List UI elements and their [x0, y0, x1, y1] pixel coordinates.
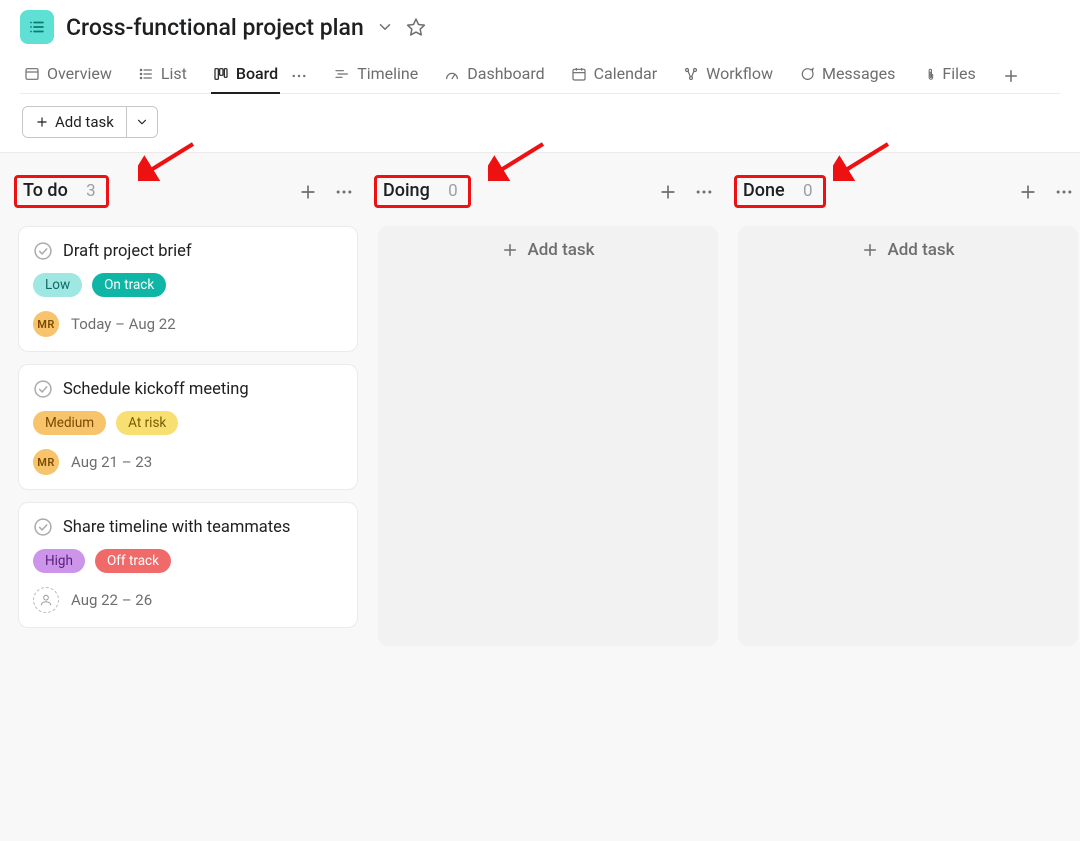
project-icon — [20, 10, 54, 44]
tab-label: Timeline — [357, 64, 418, 83]
timeline-icon — [334, 66, 350, 82]
chevron-down-icon — [135, 115, 149, 129]
annotation-highlight: Doing 0 — [374, 175, 471, 208]
messages-icon — [799, 66, 815, 82]
dashboard-icon — [444, 66, 460, 82]
project-menu-caret[interactable] — [376, 18, 394, 36]
tab-list[interactable]: List — [138, 58, 187, 93]
header: Cross-functional project plan Overview L… — [0, 0, 1080, 94]
plus-icon — [35, 115, 49, 129]
card-title: Share timeline with teammates — [63, 518, 290, 537]
project-title[interactable]: Cross-functional project plan — [66, 14, 364, 41]
tab-dashboard[interactable]: Dashboard — [444, 58, 544, 93]
add-task-in-column[interactable]: Add task — [501, 240, 594, 260]
tabs-bar: Overview List Board Timeline Dashboard C… — [20, 58, 1060, 94]
tab-workflow[interactable]: Workflow — [683, 58, 773, 93]
column-count: 0 — [448, 181, 458, 201]
tag[interactable]: On track — [92, 273, 166, 297]
task-card[interactable]: Draft project brief Low On track MR Today – … — [18, 226, 358, 352]
files-icon — [921, 66, 935, 82]
board-icon — [213, 66, 229, 82]
tab-board[interactable]: Board — [213, 58, 278, 93]
tab-label: Messages — [822, 64, 895, 83]
tab-messages[interactable]: Messages — [799, 58, 895, 93]
card-date: Aug 21 – 23 — [71, 453, 152, 471]
add-task-split-button: Add task — [22, 106, 158, 138]
column-count: 0 — [803, 181, 813, 201]
add-task-label: Add task — [887, 240, 954, 260]
complete-task-icon[interactable] — [33, 379, 53, 399]
task-card[interactable]: Schedule kickoff meeting Medium At risk MR A… — [18, 364, 358, 490]
column-title[interactable]: To do — [23, 180, 68, 201]
board-column: Doing 0 Add task — [378, 171, 718, 646]
tag[interactable]: High — [33, 549, 85, 573]
column-header: Done 0 — [738, 171, 1078, 226]
tag[interactable]: Medium — [33, 411, 106, 435]
overview-icon — [24, 66, 40, 82]
plus-icon — [501, 241, 519, 259]
toolbar: Add task — [0, 94, 1080, 152]
column-add-icon[interactable] — [1018, 182, 1038, 202]
empty-column-dropzone[interactable]: Add task — [738, 226, 1078, 646]
tab-label: Calendar — [594, 64, 657, 83]
unassigned-avatar-icon[interactable] — [33, 587, 59, 613]
column-header: Doing 0 — [378, 171, 718, 226]
tab-label: Overview — [47, 64, 112, 83]
column-title[interactable]: Doing — [383, 180, 430, 201]
add-task-caret[interactable] — [126, 107, 157, 137]
tag[interactable]: At risk — [116, 411, 178, 435]
tab-label: Dashboard — [467, 64, 544, 83]
board: To do 3 Draft project brief Low On track MR T… — [18, 171, 1072, 646]
card-date: Today – Aug 22 — [71, 315, 176, 333]
tag[interactable]: Low — [33, 273, 82, 297]
card-date: Aug 22 – 26 — [71, 591, 152, 609]
annotation-highlight: To do 3 — [14, 175, 109, 208]
tab-label: List — [161, 64, 187, 83]
annotation-highlight: Done 0 — [734, 175, 826, 208]
empty-column-dropzone[interactable]: Add task — [378, 226, 718, 646]
plus-icon — [861, 241, 879, 259]
assignee-avatar[interactable]: MR — [33, 449, 59, 475]
add-task-in-column[interactable]: Add task — [861, 240, 954, 260]
column-count: 3 — [86, 181, 96, 201]
add-task-label: Add task — [55, 113, 114, 131]
tab-label: Workflow — [706, 64, 773, 83]
add-task-button[interactable]: Add task — [23, 107, 126, 137]
column-title[interactable]: Done — [743, 180, 785, 201]
workflow-icon — [683, 66, 699, 82]
column-more-icon[interactable] — [334, 182, 354, 202]
board-column: To do 3 Draft project brief Low On track MR T… — [18, 171, 358, 646]
add-task-label: Add task — [527, 240, 594, 260]
column-more-icon[interactable] — [1054, 182, 1074, 202]
tag[interactable]: Off track — [95, 549, 171, 573]
tab-overview[interactable]: Overview — [24, 58, 112, 93]
calendar-icon — [571, 66, 587, 82]
tab-timeline[interactable]: Timeline — [334, 58, 418, 93]
star-icon[interactable] — [406, 17, 426, 37]
column-add-icon[interactable] — [298, 182, 318, 202]
task-card[interactable]: Share timeline with teammates High Off tra… — [18, 502, 358, 628]
card-title: Schedule kickoff meeting — [63, 380, 249, 399]
complete-task-icon[interactable] — [33, 241, 53, 261]
tab-label: Files — [942, 64, 975, 83]
card-title: Draft project brief — [63, 242, 192, 261]
column-add-icon[interactable] — [658, 182, 678, 202]
list-icon — [138, 66, 154, 82]
column-header: To do 3 — [18, 171, 358, 226]
add-tab-icon[interactable] — [1002, 67, 1020, 85]
tab-label: Board — [236, 64, 278, 83]
tab-calendar[interactable]: Calendar — [571, 58, 657, 93]
assignee-avatar[interactable]: MR — [33, 311, 59, 337]
board-column: Done 0 Add task — [738, 171, 1078, 646]
complete-task-icon[interactable] — [33, 517, 53, 537]
board-tab-more-icon[interactable] — [290, 67, 308, 85]
column-more-icon[interactable] — [694, 182, 714, 202]
tab-files[interactable]: Files — [921, 58, 975, 93]
